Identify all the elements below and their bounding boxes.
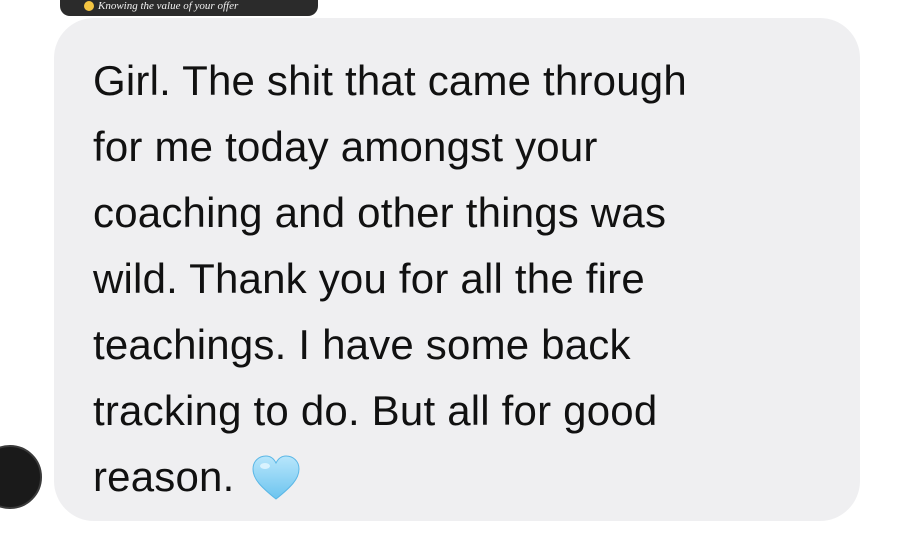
message-line: coaching and other things was: [93, 189, 667, 236]
avatar[interactable]: [0, 445, 42, 509]
message-line: reason.: [93, 453, 235, 500]
message-line: teachings. I have some back: [93, 321, 631, 368]
message-line: tracking to do. But all for good: [93, 387, 658, 434]
light-blue-heart-icon: [251, 455, 300, 500]
message-line: Girl. The shit that came through: [93, 57, 687, 104]
smiling-face-emoji-icon: [84, 1, 94, 11]
message-line: for me today amongst your: [93, 123, 598, 170]
message-line: wild. Thank you for all the fire: [93, 255, 645, 302]
quoted-story-preview[interactable]: Knowing the value of your offer: [60, 0, 318, 16]
message-last-line: reason.: [93, 444, 833, 510]
message-view: Knowing the value of your offer Girl. Th…: [0, 0, 911, 549]
quoted-story-label: Knowing the value of your offer: [98, 0, 239, 12]
message-text: Girl. The shit that came through for me …: [93, 48, 833, 510]
quoted-story-caption: Knowing the value of your offer: [84, 0, 238, 12]
